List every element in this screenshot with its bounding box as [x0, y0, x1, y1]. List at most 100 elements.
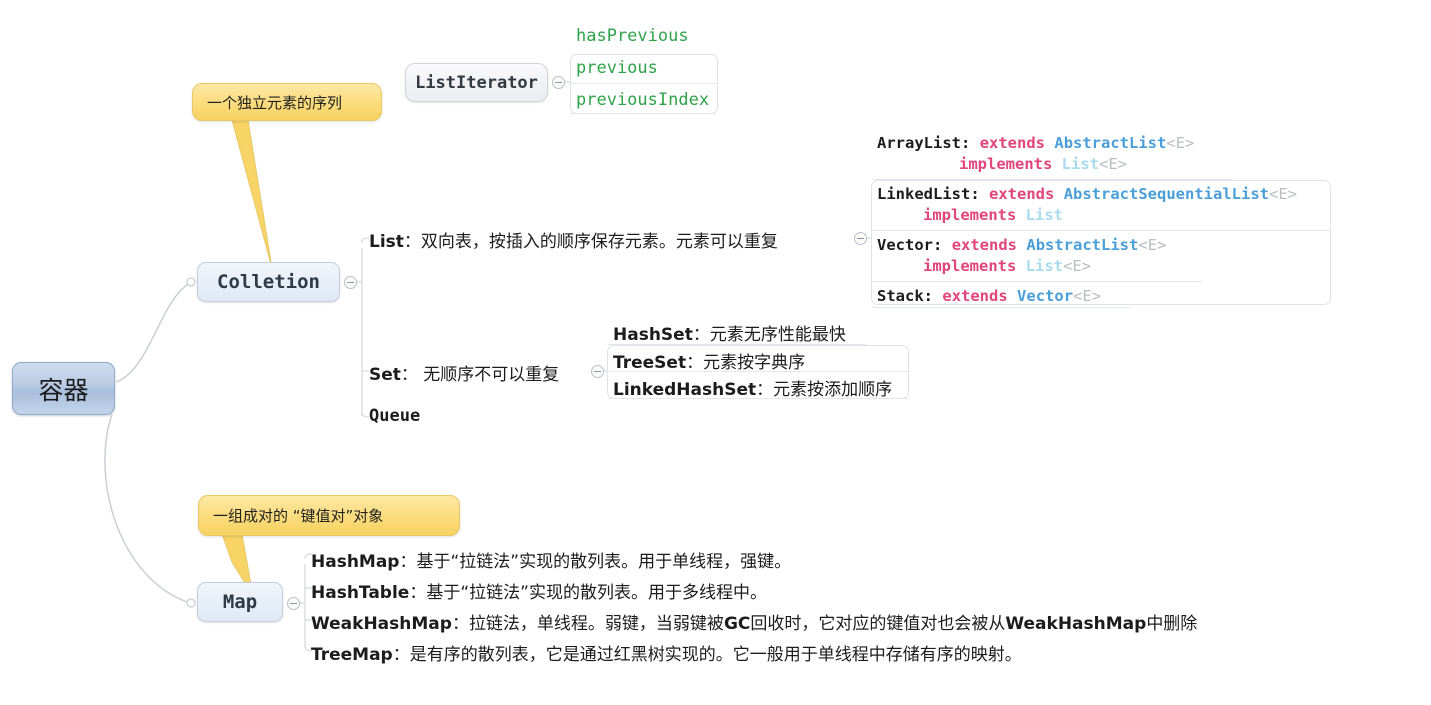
branch-node-collection[interactable]: Colletion: [197, 262, 340, 302]
linkedlist-keyword-1: extends: [989, 185, 1055, 203]
linkedlist-name: LinkedList: [877, 185, 971, 203]
method-label: previousIndex: [576, 90, 710, 110]
weakhashmap-desc-gc: GC: [723, 614, 751, 634]
vector-type-2: List: [1025, 257, 1063, 275]
root-node-container[interactable]: 容器: [12, 362, 115, 415]
linkedlist-sep: :: [970, 185, 980, 203]
arraylist-generic-2: <E>: [1099, 155, 1127, 173]
hashtable-sep: ：: [409, 583, 427, 603]
list-row[interactable]: List：双向表，按插入的顺序保存元素。元素可以重复: [369, 227, 778, 252]
map-child-hashtable[interactable]: HashTable：基于“拉链法”实现的散列表。用于多线程中。: [311, 578, 767, 603]
toggle-listiterator[interactable]: [552, 76, 565, 89]
callout-map: 一组成对的 “键值对”对象: [198, 495, 460, 536]
weakhashmap-desc-classname: WeakHashMap: [1005, 614, 1147, 634]
impl-row-stack[interactable]: Stack: extends Vector<E>: [877, 286, 1101, 307]
linkedhashset-name: LinkedHashSet: [613, 380, 757, 400]
arraylist-generic-1: <E>: [1166, 134, 1195, 152]
root-node-label: 容器: [38, 375, 89, 405]
linkedlist-generic-1: <E>: [1269, 185, 1297, 203]
vector-keyword-1: extends: [951, 236, 1018, 254]
vector-keyword-2: implements: [923, 257, 1017, 275]
arraylist-keyword-1: extends: [979, 134, 1046, 152]
linkedhashset-sep: ：: [756, 380, 774, 400]
weakhashmap-desc-e: 中删除: [1146, 614, 1198, 634]
map-child-hashmap[interactable]: HashMap：基于“拉链法”实现的散列表。用于单线程，强键。: [311, 547, 791, 572]
vector-stack-separator: [872, 281, 1202, 282]
weakhashmap-name: WeakHashMap: [311, 614, 452, 634]
treeset-name: TreeSet: [613, 353, 687, 373]
listiterator-method-previousindex[interactable]: previousIndex: [576, 90, 709, 110]
arraylist-underline: [872, 179, 1232, 180]
set-row[interactable]: Set： 无顺序不可以重复: [369, 360, 559, 385]
treemap-desc: 是有序的散列表，它是通过红黑树实现的。它一般用于单线程中存储有序的映射。: [409, 645, 1022, 665]
arraylist-name: ArrayList: [877, 134, 961, 152]
queue-row[interactable]: Queue: [369, 406, 420, 426]
vector-generic-1: <E>: [1138, 236, 1167, 254]
impl-row-vector[interactable]: Vector: extends AbstractList<E> implemen…: [877, 235, 1166, 277]
stack-type-1: Vector: [1017, 287, 1074, 305]
list-label: List: [369, 232, 404, 252]
toggle-collection[interactable]: [344, 276, 357, 289]
arraylist-sep: :: [961, 134, 971, 152]
weakhashmap-desc-c: 回收时，它对应的键值对也会被从: [750, 614, 1006, 634]
vector-name: Vector: [877, 236, 933, 254]
set-label: Set: [369, 365, 401, 385]
weakhashmap-sep: ：: [451, 614, 469, 634]
treemap-name: TreeMap: [311, 645, 393, 665]
treeset-sep: ：: [686, 353, 704, 373]
callout-collection-text: 一个独立元素的序列: [207, 93, 343, 112]
method-label: hasPrevious: [576, 26, 689, 46]
list-desc: 双向表，按插入的顺序保存元素。元素可以重复: [420, 232, 778, 252]
vector-generic-2: <E>: [1063, 257, 1091, 275]
mindmap-canvas: 容器 一个独立元素的序列 Colletion List：双向表，按插入的顺序保存…: [0, 0, 1431, 705]
set-separator: ：: [400, 365, 418, 385]
hashmap-sep: ：: [399, 552, 417, 572]
linkedlist-type-2: List: [1025, 206, 1063, 224]
callout-collection: 一个独立元素的序列: [192, 83, 382, 121]
linkedlist-keyword-2: implements: [923, 206, 1017, 224]
stack-name: Stack: [877, 287, 924, 305]
stack-keyword-1: extends: [942, 287, 1008, 305]
callout-map-text: 一组成对的 “键值对”对象: [213, 507, 384, 525]
branch-node-map-label: Map: [222, 591, 258, 613]
set-impl-linkedhashset[interactable]: LinkedHashSet：元素按添加顺序: [613, 375, 892, 400]
weakhashmap-desc-a: 拉链法，单线程。弱键，当弱键被: [468, 614, 724, 634]
hashmap-name: HashMap: [311, 552, 400, 572]
arraylist-type-2: List: [1061, 155, 1099, 173]
method-label: previous: [576, 58, 658, 78]
vector-type-1: AbstractList: [1026, 236, 1139, 254]
hashset-desc: 元素无序性能最快: [709, 325, 846, 345]
node-listiterator[interactable]: ListIterator: [405, 63, 548, 102]
arraylist-keyword-2: implements: [959, 155, 1053, 173]
list-separator: ：: [403, 232, 421, 252]
impl-row-arraylist[interactable]: ArrayList: extends AbstractList<E> imple…: [877, 133, 1194, 175]
toggle-map[interactable]: [287, 597, 300, 610]
hashtable-name: HashTable: [311, 583, 410, 603]
hashtable-desc: 基于“拉链法”实现的散列表。用于多线程中。: [426, 583, 767, 603]
set-impl-hashset[interactable]: HashSet：元素无序性能最快: [613, 320, 846, 345]
linkedhashset-desc: 元素按添加顺序: [773, 380, 893, 400]
set-desc: 无顺序不可以重复: [417, 365, 560, 385]
map-child-treemap[interactable]: TreeMap：是有序的散列表，它是通过红黑树实现的。它一般用于单线程中存储有序…: [311, 640, 1022, 665]
map-child-weakhashmap[interactable]: WeakHashMap：拉链法，单线程。弱键，当弱键被GC回收时，它对应的键值对…: [311, 609, 1197, 634]
toggle-set[interactable]: [591, 365, 604, 378]
toggle-list[interactable]: [854, 232, 867, 245]
set-impl-treeset[interactable]: TreeSet：元素按字典序: [613, 348, 805, 373]
hashset-sep: ：: [692, 325, 710, 345]
stack-underline: [872, 307, 1130, 308]
listiterator-method-previous[interactable]: previous: [576, 58, 658, 78]
branch-node-map[interactable]: Map: [197, 582, 283, 622]
impl-row-linkedlist[interactable]: LinkedList: extends AbstractSequentialLi…: [877, 184, 1297, 226]
linkedlist-type-1: AbstractSequentialList: [1063, 185, 1269, 203]
branch-node-collection-label: Colletion: [217, 271, 320, 293]
linkedlist-vector-separator: [872, 230, 1331, 231]
hashmap-desc: 基于“拉链法”实现的散列表。用于单线程，强键。: [416, 552, 792, 572]
listiterator-methods-underline: [570, 113, 715, 114]
stack-sep: :: [923, 287, 934, 305]
treemap-sep: ：: [392, 645, 410, 665]
stack-generic-1: <E>: [1073, 287, 1102, 305]
queue-label: Queue: [369, 406, 421, 426]
listiterator-method-hasprevious[interactable]: hasPrevious: [576, 26, 689, 46]
hashset-name: HashSet: [613, 325, 693, 345]
treeset-desc: 元素按字典序: [703, 353, 806, 373]
